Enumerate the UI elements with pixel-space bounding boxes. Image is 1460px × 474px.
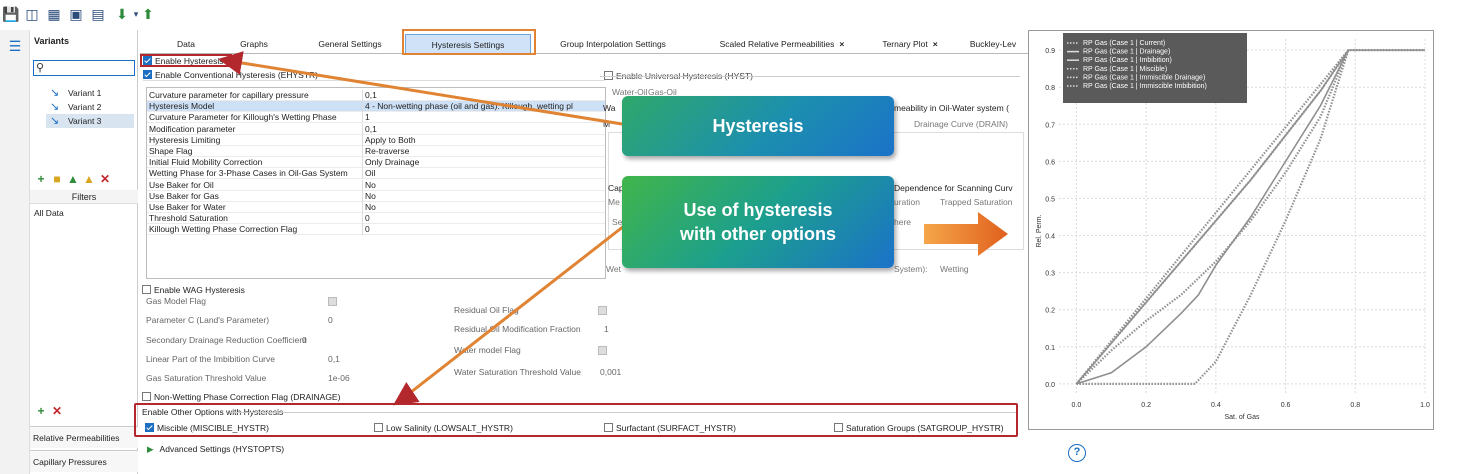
callout-line: Use of hysteresis: [683, 200, 833, 220]
x-tick-label: 0.2: [1141, 402, 1151, 409]
x-tick-label: 0.4: [1211, 402, 1221, 409]
legend-label: RP Gas (Case 1 | Immiscible Imbibition): [1083, 83, 1207, 90]
callout-line: with other options: [680, 224, 836, 244]
chart-svg: 0.0 0.1 0.2 0.3 0.4 0.5 0.6 0.7 0.8 0.9 0.0 0.2 0.4 0…: [1036, 33, 1430, 421]
legend-label: RP Gas (Case 1 | Current): [1083, 40, 1165, 47]
x-axis-label: Sat. of Gas: [1224, 414, 1260, 421]
y-tick-label: 0.0: [1045, 382, 1055, 389]
callout-connector: [405, 224, 625, 398]
x-tick-label: 0.6: [1281, 402, 1291, 409]
arrow-head-top: [218, 51, 244, 75]
legend-label: RP Gas (Case 1 | Imbibition): [1083, 57, 1172, 64]
y-tick-label: 0.8: [1045, 85, 1055, 92]
hysteresis-callout: Hysteresis: [622, 96, 894, 156]
rel-perm-chart: 0.0 0.1 0.2 0.3 0.4 0.5 0.6 0.7 0.8 0.9 0.0 0.2 0.4 0…: [1028, 30, 1434, 430]
y-tick-label: 0.9: [1045, 48, 1055, 55]
y-tick-label: 0.7: [1045, 122, 1055, 129]
callout-connector: [235, 60, 623, 126]
y-tick-label: 0.3: [1045, 271, 1055, 278]
x-tick-label: 1.0: [1420, 402, 1430, 409]
y-tick-label: 0.5: [1045, 196, 1055, 203]
y-tick-label: 0.1: [1045, 345, 1055, 352]
x-tick-label: 0.8: [1350, 402, 1360, 409]
legend-label: RP Gas (Case 1 | Immiscible Drainage): [1083, 74, 1205, 81]
y-tick-label: 0.4: [1045, 234, 1055, 241]
y-tick-label: 0.6: [1045, 159, 1055, 166]
use-hysteresis-callout: Use of hysteresis with other options: [622, 176, 894, 268]
legend-label: RP Gas (Case 1 | Drainage): [1083, 49, 1170, 56]
y-tick-label: 0.2: [1045, 308, 1055, 315]
y-axis-label: Rel. Perm.: [1036, 214, 1043, 247]
legend-label: RP Gas (Case 1 | Miscible): [1083, 66, 1167, 73]
right-arrow-icon: [924, 212, 1008, 256]
x-tick-label: 0.0: [1072, 402, 1082, 409]
arrow-head-bottom: [393, 382, 420, 406]
